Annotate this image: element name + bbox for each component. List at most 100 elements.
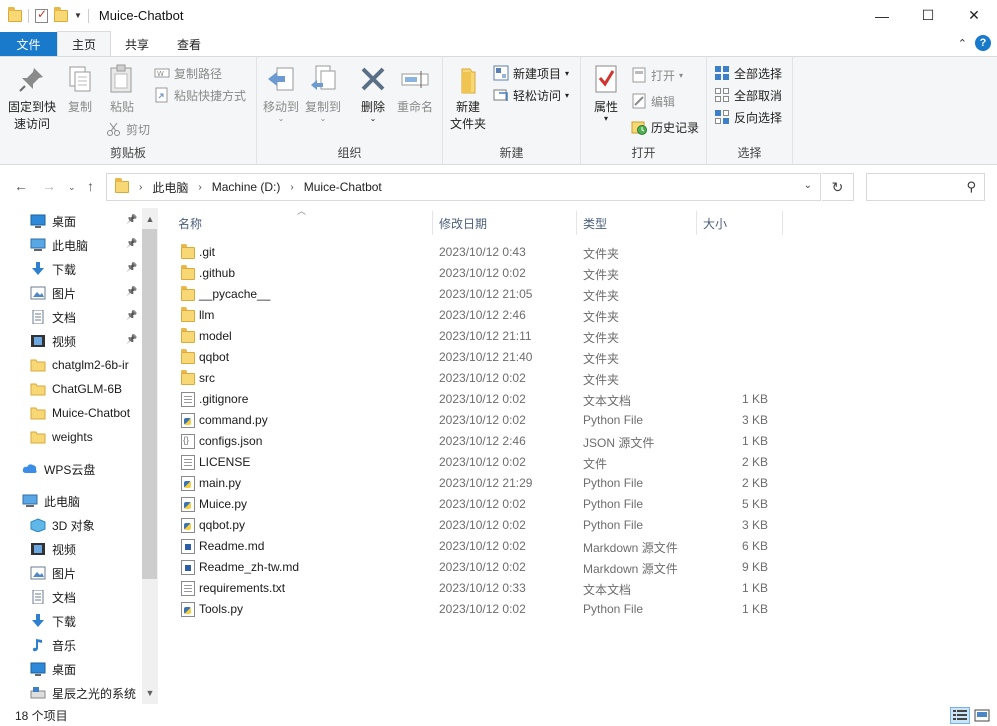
column-header-type[interactable]: 类型	[583, 211, 607, 235]
up-arrow-icon[interactable]: ↑	[87, 178, 94, 194]
invert-selection-button[interactable]: 反向选择	[714, 107, 782, 127]
pin-icon[interactable]: 📌	[126, 262, 137, 273]
pin-icon[interactable]: 📌	[126, 238, 137, 249]
breadcrumb-this-pc[interactable]: 此电脑	[152, 179, 188, 196]
paste-button[interactable]: 粘贴	[104, 63, 140, 116]
address-bar[interactable]: › 此电脑 › Machine (D:) › Muice-Chatbot ⌄	[106, 173, 821, 201]
select-none-button[interactable]: 全部取消	[714, 85, 782, 105]
file-row[interactable]: __pycache__ 2023/10/12 21:05 文件夹	[172, 284, 782, 305]
search-input[interactable]: ⚲	[866, 173, 985, 201]
rename-button[interactable]: 重命名	[395, 63, 435, 116]
sidebar-item[interactable]: 桌面	[0, 657, 142, 681]
back-arrow-icon[interactable]: ←	[14, 178, 28, 194]
sidebar-item[interactable]: 3D 对象	[0, 513, 142, 537]
file-row[interactable]: .github 2023/10/12 0:02 文件夹	[172, 263, 782, 284]
maximize-button[interactable]: ☐	[905, 0, 951, 31]
new-item-button[interactable]: 新建项目 ▾	[493, 63, 569, 83]
nav-scrollbar-thumb[interactable]	[142, 229, 157, 579]
copy-path-button[interactable]: W 复制路径	[154, 63, 222, 83]
large-icons-view-button[interactable]	[972, 707, 992, 724]
copy-to-button[interactable]: 复制到 ⌄	[303, 63, 343, 123]
sidebar-item[interactable]: 此电脑	[0, 233, 142, 257]
file-row[interactable]: .gitignore 2023/10/12 0:02 文本文档 1 KB	[172, 389, 782, 410]
sidebar-item[interactable]: 视频	[0, 537, 142, 561]
sidebar-item[interactable]: 此电脑	[0, 489, 142, 513]
details-view-button[interactable]	[950, 707, 970, 724]
file-row[interactable]: main.py 2023/10/12 21:29 Python File 2 KB	[172, 473, 782, 494]
paste-shortcut-button[interactable]: 粘贴快捷方式	[154, 85, 246, 105]
file-row[interactable]: Muice.py 2023/10/12 0:02 Python File 5 KB	[172, 494, 782, 515]
file-row[interactable]: command.py 2023/10/12 0:02 Python File 3 KB	[172, 410, 782, 431]
file-row[interactable]: llm 2023/10/12 2:46 文件夹	[172, 305, 782, 326]
move-to-button[interactable]: 移动到 ⌄	[261, 63, 301, 123]
file-row[interactable]: Tools.py 2023/10/12 0:02 Python File 1 KB	[172, 599, 782, 620]
sidebar-item[interactable]: 桌面	[0, 209, 142, 233]
nav-scroll-down-arrow[interactable]: ▼	[142, 684, 158, 702]
recent-locations-dropdown[interactable]: ⌄	[68, 182, 76, 193]
sidebar-item[interactable]: 音乐	[0, 633, 142, 657]
properties-button[interactable]: 属性 ▾	[589, 63, 623, 123]
tab-file[interactable]: 文件	[0, 32, 57, 56]
breadcrumb-separator[interactable]: ›	[198, 182, 201, 193]
sidebar-item[interactable]: ChatGLM-6B	[0, 377, 142, 401]
pin-icon[interactable]: 📌	[126, 214, 137, 225]
file-row[interactable]: Readme_zh-tw.md 2023/10/12 0:02 Markdown 源…	[172, 557, 782, 578]
delete-button[interactable]: 删除 ⌄	[355, 63, 391, 123]
properties-icon[interactable]	[35, 7, 48, 23]
tab-home[interactable]: 主页	[57, 31, 112, 56]
new-folder-button[interactable]: 新建 文件夹	[447, 63, 489, 133]
easy-access-button[interactable]: 轻松访问 ▾	[493, 85, 569, 105]
sidebar-item[interactable]: 文档	[0, 305, 142, 329]
file-row[interactable]: src 2023/10/12 0:02 文件夹	[172, 368, 782, 389]
refresh-button[interactable]: ↻	[822, 173, 854, 201]
select-all-button[interactable]: 全部选择	[714, 63, 782, 83]
file-row[interactable]: requirements.txt 2023/10/12 0:33 文本文档 1 KB	[172, 578, 782, 599]
sidebar-item[interactable]: 文档	[0, 585, 142, 609]
pin-icon[interactable]: 📌	[126, 310, 137, 321]
sidebar-item[interactable]: chatglm2-6b-ir	[0, 353, 142, 377]
sidebar-item[interactable]: WPS云盘	[0, 457, 142, 481]
file-row[interactable]: LICENSE 2023/10/12 0:02 文件 2 KB	[172, 452, 782, 473]
file-row[interactable]: model 2023/10/12 21:11 文件夹	[172, 326, 782, 347]
pin-icon[interactable]: 📌	[126, 334, 137, 345]
minimize-button[interactable]: —	[859, 0, 905, 31]
file-row[interactable]: configs.json 2023/10/12 2:46 JSON 源文件 1 KB	[172, 431, 782, 452]
sidebar-item[interactable]: 视频	[0, 329, 142, 353]
collapse-ribbon-icon[interactable]: ⌃	[958, 37, 967, 50]
column-divider[interactable]	[696, 211, 697, 235]
nav-scroll-up-arrow[interactable]: ▲	[142, 210, 158, 228]
file-row[interactable]: qqbot 2023/10/12 21:40 文件夹	[172, 347, 782, 368]
sidebar-item[interactable]: 图片	[0, 281, 142, 305]
address-history-dropdown[interactable]: ⌄	[804, 180, 812, 191]
customize-toolbar-dropdown[interactable]: ▼	[74, 11, 82, 20]
folder-icon[interactable]	[8, 6, 22, 22]
close-button[interactable]: ✕	[951, 0, 997, 31]
column-header-size[interactable]: 大小	[703, 211, 727, 235]
column-header-date[interactable]: 修改日期	[439, 211, 487, 235]
breadcrumb-separator[interactable]: ›	[290, 182, 293, 193]
tab-view[interactable]: 查看	[163, 32, 215, 56]
column-divider[interactable]	[576, 211, 577, 235]
column-divider[interactable]	[432, 211, 433, 235]
help-icon[interactable]: ?	[975, 35, 991, 51]
sidebar-item[interactable]: Muice-Chatbot	[0, 401, 142, 425]
column-header-name[interactable]: 名称	[178, 211, 202, 235]
copy-button[interactable]: 复制	[62, 63, 98, 116]
tab-share[interactable]: 共享	[111, 32, 163, 56]
new-folder-icon[interactable]	[54, 6, 68, 22]
cut-button[interactable]: 剪切	[106, 119, 150, 139]
sidebar-item[interactable]: 星辰之光的系统	[0, 681, 142, 704]
sidebar-item[interactable]: 下载	[0, 609, 142, 633]
sidebar-item[interactable]: 图片	[0, 561, 142, 585]
sidebar-item[interactable]: 下载	[0, 257, 142, 281]
column-divider[interactable]	[782, 211, 783, 235]
pin-quick-access-button[interactable]: 固定到快 速访问	[6, 63, 58, 133]
breadcrumb-drive[interactable]: Machine (D:)	[212, 180, 281, 194]
pin-icon[interactable]: 📌	[126, 286, 137, 297]
file-row[interactable]: .git 2023/10/12 0:43 文件夹	[172, 242, 782, 263]
edit-button[interactable]: 编辑	[631, 91, 675, 111]
history-button[interactable]: 历史记录	[631, 117, 699, 137]
file-row[interactable]: qqbot.py 2023/10/12 0:02 Python File 3 KB	[172, 515, 782, 536]
forward-arrow-icon[interactable]: →	[42, 178, 56, 194]
sidebar-item[interactable]: weights	[0, 425, 142, 449]
